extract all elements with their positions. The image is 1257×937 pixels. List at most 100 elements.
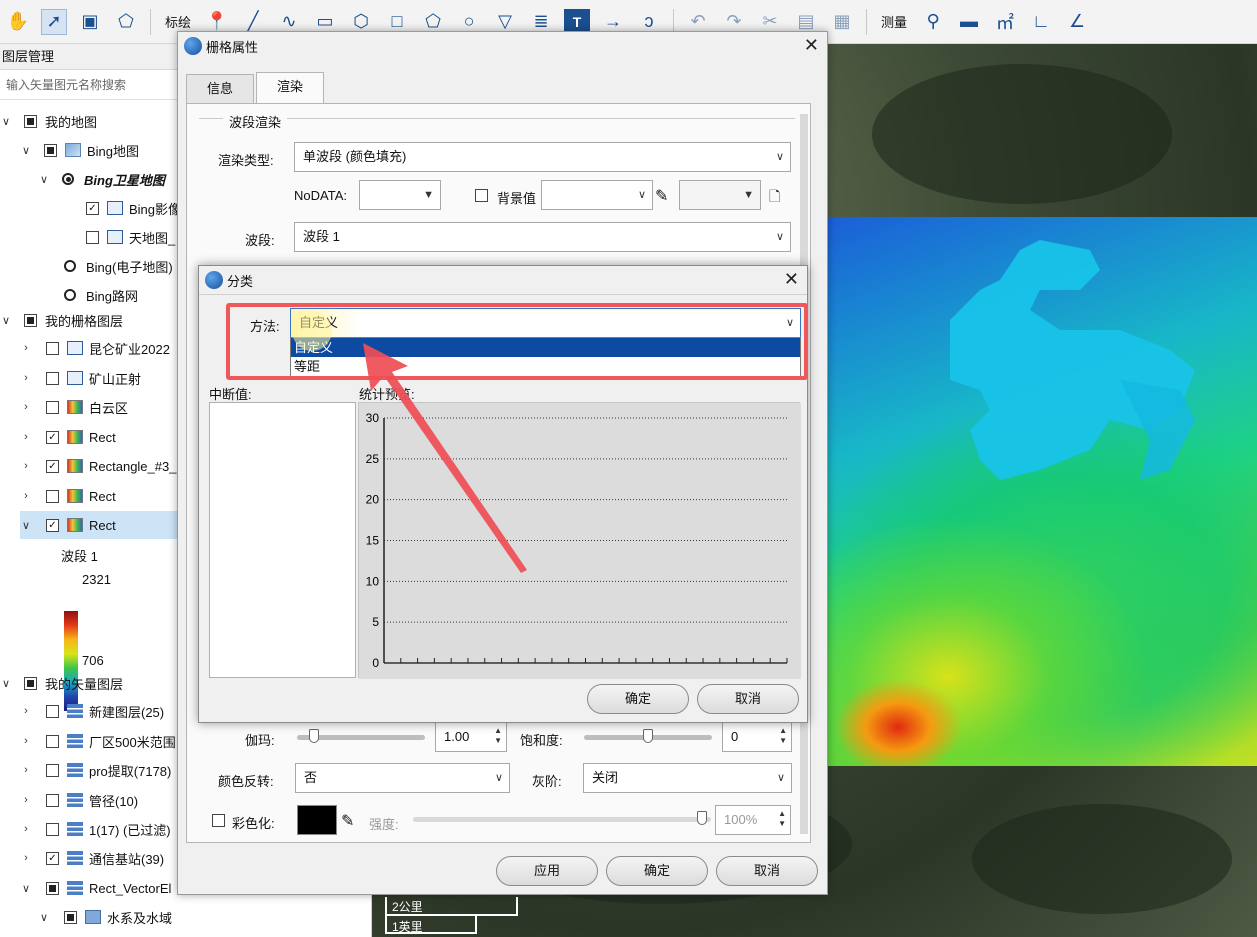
chevron-right-icon[interactable]: › xyxy=(20,460,32,472)
checkbox[interactable] xyxy=(46,704,59,718)
tree-item[interactable]: ∨ Rect_VectorEl xyxy=(20,874,171,902)
edit-icon[interactable]: 🗋 xyxy=(769,186,780,210)
annotate-label[interactable]: 标绘 xyxy=(165,12,191,31)
tab-info[interactable]: 信息 xyxy=(186,74,255,103)
apply-button[interactable]: 应用 xyxy=(496,856,598,886)
chevron-down-icon[interactable]: ∨ xyxy=(20,144,32,157)
select-poly-icon[interactable]: ⬠ xyxy=(113,9,139,35)
eyedropper-icon[interactable]: ✎ xyxy=(655,186,668,206)
band-select[interactable]: 波段 1 ∨ xyxy=(294,222,791,252)
invert-select[interactable]: 否 ∨ xyxy=(295,763,510,793)
gamma-spinbox[interactable]: 1.00 ▲ ▼ xyxy=(435,722,507,752)
breaks-list[interactable] xyxy=(209,402,356,678)
gamma-slider-thumb[interactable] xyxy=(309,729,319,743)
tree-item[interactable]: ∨ 我的矢量图层 xyxy=(0,669,123,697)
ok-button[interactable]: 确定 xyxy=(587,684,689,714)
chevron-right-icon[interactable]: › xyxy=(20,823,32,835)
checkbox[interactable]: ✓ xyxy=(46,430,59,444)
area-icon[interactable]: ㎡ xyxy=(992,9,1018,35)
tree-item[interactable]: ∨ ✓ Rect xyxy=(20,511,180,539)
strength-slider-thumb[interactable] xyxy=(697,811,707,825)
saturation-spinbox[interactable]: 0 ▲ ▼ xyxy=(722,722,792,752)
tree-item[interactable]: ∨ 我的地图 xyxy=(0,107,97,135)
checkbox[interactable] xyxy=(46,341,59,355)
checkbox[interactable] xyxy=(64,910,77,924)
checkbox[interactable]: ✓ xyxy=(46,518,59,532)
checkbox[interactable]: ✓ xyxy=(86,201,99,215)
checkbox[interactable]: ✓ xyxy=(46,459,59,473)
eyedropper-icon[interactable]: ✎ xyxy=(341,811,354,831)
tree-item[interactable]: › 矿山正射 xyxy=(20,364,141,392)
checkbox[interactable] xyxy=(46,881,59,895)
hand-icon[interactable]: ✋ xyxy=(5,9,31,35)
cancel-button[interactable]: 取消 xyxy=(697,684,799,714)
chevron-right-icon[interactable]: › xyxy=(20,490,32,502)
tree-item[interactable]: › 管径(10) xyxy=(20,786,138,814)
tree-item[interactable]: › ✓ Rectangle_#3_ xyxy=(20,452,176,480)
tab-render[interactable]: 渲染 xyxy=(256,72,325,103)
tree-item[interactable]: Bing路网 xyxy=(64,281,138,309)
ok-button[interactable]: 确定 xyxy=(606,856,708,886)
chevron-right-icon[interactable]: › xyxy=(20,852,32,864)
tree-item[interactable]: ∨ 我的栅格图层 xyxy=(0,306,123,334)
tree-item[interactable]: ∨ 水系及水域 xyxy=(38,903,172,931)
spin-arrows-icon[interactable]: ▲ ▼ xyxy=(778,809,786,829)
chevron-down-icon[interactable]: ∨ xyxy=(20,519,32,532)
distance-icon[interactable]: ▬ xyxy=(956,9,982,35)
tree-item[interactable]: › 新建图层(25) xyxy=(20,697,164,725)
cancel-button[interactable]: 取消 xyxy=(716,856,818,886)
chevron-right-icon[interactable]: › xyxy=(20,735,32,747)
checkbox[interactable]: ✓ xyxy=(46,851,59,865)
spin-arrows-icon[interactable]: ▲ ▼ xyxy=(494,726,502,746)
checkbox[interactable] xyxy=(46,400,59,414)
tree-item[interactable]: ✓ Bing影像 xyxy=(86,194,181,222)
checkbox[interactable] xyxy=(86,230,99,244)
checkbox[interactable] xyxy=(24,313,37,327)
chevron-right-icon[interactable]: › xyxy=(20,431,32,443)
pointer-icon[interactable]: ➚ xyxy=(41,8,67,35)
radio[interactable] xyxy=(64,260,76,272)
saturation-slider-thumb[interactable] xyxy=(643,729,653,743)
measure-label[interactable]: 测量 xyxy=(881,12,907,31)
paste-icon[interactable]: ▦ xyxy=(829,9,855,35)
chevron-down-icon[interactable]: ∨ xyxy=(0,115,12,128)
checkbox[interactable] xyxy=(44,143,57,157)
spin-arrows-icon[interactable]: ▲ ▼ xyxy=(779,726,787,746)
colorize-color-swatch[interactable] xyxy=(297,805,337,835)
chevron-down-icon[interactable]: ∨ xyxy=(38,911,50,924)
tree-item[interactable]: › ✓ Rect xyxy=(20,423,116,451)
chevron-down-icon[interactable]: ∨ xyxy=(0,314,12,327)
angle-icon[interactable]: ∟ xyxy=(1028,9,1054,35)
checkbox[interactable] xyxy=(46,371,59,385)
tree-item[interactable]: › ✓ 通信基站(39) xyxy=(20,844,164,872)
tree-item[interactable]: › pro提取(7178) xyxy=(20,756,171,784)
checkbox[interactable] xyxy=(24,676,37,690)
chevron-right-icon[interactable]: › xyxy=(20,342,32,354)
chevron-right-icon[interactable]: › xyxy=(20,372,32,384)
chevron-right-icon[interactable]: › xyxy=(20,764,32,776)
strength-spinbox[interactable]: 100% ▲ ▼ xyxy=(715,805,791,835)
select-rect-icon[interactable]: ▣ xyxy=(77,9,103,35)
chevron-down-icon[interactable]: ∨ xyxy=(20,882,32,895)
close-icon[interactable]: ✕ xyxy=(784,269,799,290)
tree-item[interactable]: › 昆仑矿业2022 xyxy=(20,334,170,362)
radio[interactable] xyxy=(62,173,74,185)
gray-select[interactable]: 关闭 ∨ xyxy=(583,763,792,793)
background-color-picker[interactable]: ▼ xyxy=(679,180,761,210)
checkbox[interactable] xyxy=(46,793,59,807)
checkbox[interactable] xyxy=(46,489,59,503)
tree-item[interactable]: › 白云区 xyxy=(20,393,128,421)
tree-item[interactable]: 天地图_ xyxy=(86,223,175,251)
background-value-select[interactable]: ∨ xyxy=(541,180,653,210)
checkbox[interactable] xyxy=(46,734,59,748)
tree-item[interactable]: › 1(17) (已过滤) xyxy=(20,815,171,843)
background-checkbox[interactable] xyxy=(475,189,488,202)
render-type-select[interactable]: 单波段 (颜色填充) ∨ xyxy=(294,142,791,172)
tree-item[interactable]: ∨ Bing卫星地图 xyxy=(38,165,165,193)
close-icon[interactable]: ✕ xyxy=(804,35,819,56)
tree-item[interactable]: › Rect xyxy=(20,482,116,510)
chevron-down-icon[interactable]: ∨ xyxy=(38,173,50,186)
chevron-right-icon[interactable]: › xyxy=(20,705,32,717)
strength-slider[interactable] xyxy=(413,817,711,822)
tree-item[interactable]: ∨ Bing地图 xyxy=(20,136,139,164)
